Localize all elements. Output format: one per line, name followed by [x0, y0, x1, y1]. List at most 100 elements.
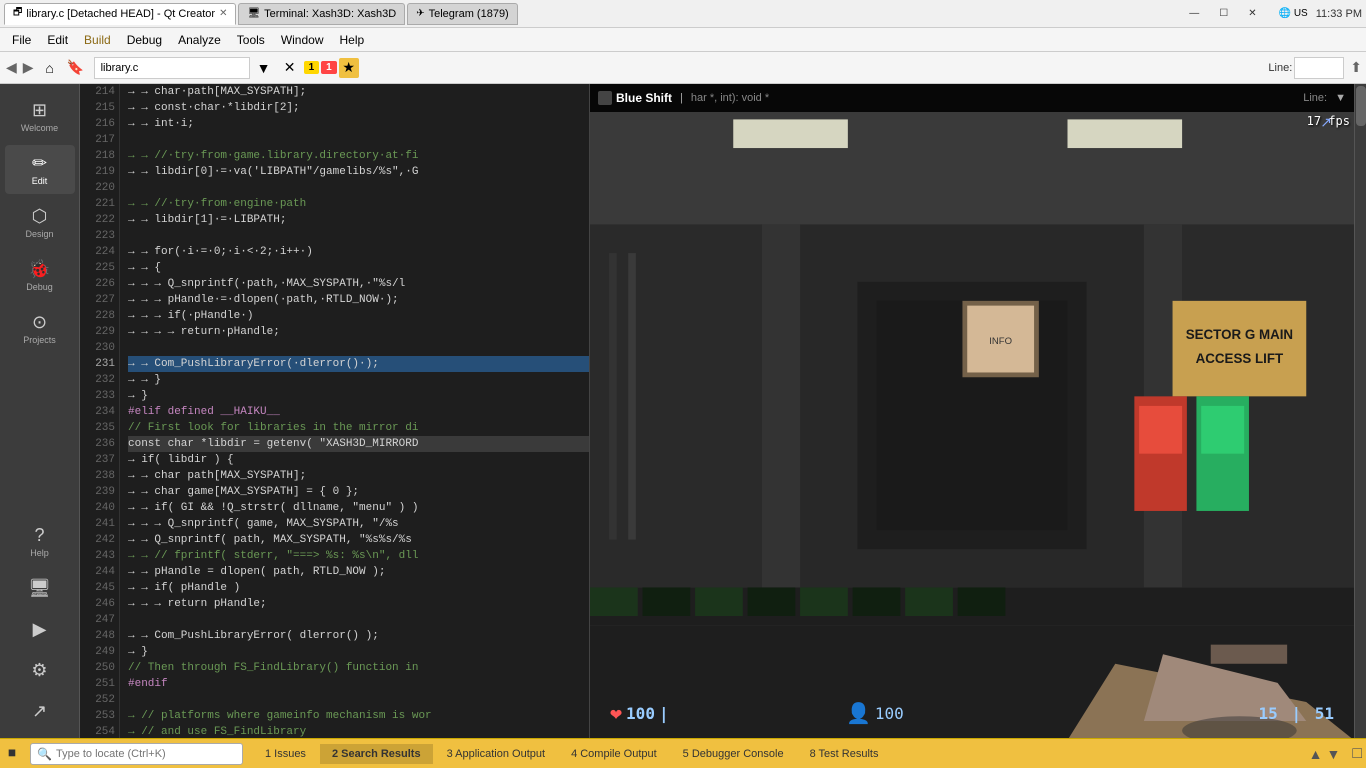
- bookmark-star-button[interactable]: ★: [339, 58, 359, 78]
- welcome-icon: ⊞: [32, 100, 47, 121]
- sidebar-item-monitor[interactable]: 🖥: [5, 570, 75, 607]
- code-line[interactable]: [128, 692, 589, 708]
- sidebar-item-run[interactable]: ▶: [5, 611, 75, 648]
- clock: 11:33 PM: [1316, 8, 1362, 20]
- tab-close-qt[interactable]: ✕: [219, 8, 227, 19]
- menu-help[interactable]: Help: [332, 29, 373, 51]
- code-lines[interactable]: → → char·path[MAX_SYSPATH]; → → const·ch…: [120, 84, 589, 738]
- menu-debug[interactable]: Debug: [119, 29, 170, 51]
- bottom-tab-search[interactable]: 2 Search Results: [320, 744, 433, 764]
- menu-analyze[interactable]: Analyze: [170, 29, 229, 51]
- code-line[interactable]: → → const·char·*libdir[2];: [128, 100, 589, 116]
- bottom-tab-debugger[interactable]: 5 Debugger Console: [671, 744, 796, 764]
- sidebar-item-welcome[interactable]: ⊞ Welcome: [5, 92, 75, 141]
- back-button[interactable]: ◀: [4, 59, 19, 76]
- code-line[interactable]: → → → return pHandle;: [128, 596, 589, 612]
- code-line[interactable]: → → → Q_snprintf( game, MAX_SYSPATH, "/%…: [128, 516, 589, 532]
- code-line[interactable]: [128, 132, 589, 148]
- game-dropdown-button[interactable]: ▼: [1335, 92, 1346, 104]
- code-line[interactable]: → → Com_PushLibraryError( dlerror() );: [128, 628, 589, 644]
- right-scrollbar[interactable]: [1354, 84, 1366, 738]
- error-badge[interactable]: 1: [321, 61, 337, 74]
- code-line[interactable]: → → libdir[0]·=·va('LIBPATH"/gamelibs/%s…: [128, 164, 589, 180]
- code-line[interactable]: → }: [128, 644, 589, 660]
- code-line[interactable]: → if( libdir ) {: [128, 452, 589, 468]
- close-button[interactable]: ✕: [1242, 6, 1262, 21]
- code-line[interactable]: // First look for libraries in the mirro…: [128, 420, 589, 436]
- search-bar[interactable]: 🔍: [30, 743, 243, 765]
- code-line[interactable]: [128, 340, 589, 356]
- warning-badge[interactable]: 1: [304, 61, 320, 74]
- hud-ammo: 15 | 51: [1259, 704, 1334, 723]
- tabs-up-button[interactable]: ▲: [1309, 746, 1323, 762]
- line-navigate-icon[interactable]: ⬆: [1350, 59, 1362, 76]
- bottom-tab-test[interactable]: 8 Test Results: [798, 744, 891, 764]
- main-layout: ⊞ Welcome ✏ Edit ⬡ Design 🐞 Debug ⊙ Proj…: [0, 84, 1366, 738]
- code-line[interactable]: #elif defined __HAIKU__: [128, 404, 589, 420]
- code-line[interactable]: → → for(·i·=·0;·i·<·2;·i++·): [128, 244, 589, 260]
- menu-file[interactable]: File: [4, 29, 39, 51]
- sidebar-item-projects[interactable]: ⊙ Projects: [5, 304, 75, 353]
- tab-telegram[interactable]: ✈ Telegram (1879): [407, 3, 517, 25]
- menu-tools[interactable]: Tools: [229, 29, 273, 51]
- code-line[interactable]: → → Q_snprintf( path, MAX_SYSPATH, "%s%s…: [128, 532, 589, 548]
- code-line[interactable]: → → {: [128, 260, 589, 276]
- sidebar-item-expand[interactable]: ↗: [5, 693, 75, 730]
- file-path-input[interactable]: [94, 57, 250, 79]
- menu-window[interactable]: Window: [273, 29, 332, 51]
- bottom-tab-issues[interactable]: 1 Issues: [253, 744, 318, 764]
- code-line[interactable]: [128, 180, 589, 196]
- maximize-button[interactable]: ☐: [1213, 6, 1234, 21]
- tabs-down-button[interactable]: ▼: [1326, 746, 1340, 762]
- close-file-button[interactable]: ✕: [278, 56, 302, 80]
- code-line[interactable]: → → → Q_snprintf(·path,·MAX_SYSPATH,·"%s…: [128, 276, 589, 292]
- armor-value: 100: [875, 704, 904, 723]
- home-button[interactable]: ⌂: [38, 56, 62, 80]
- sidebar-projects-label: Projects: [23, 335, 56, 345]
- search-input[interactable]: [56, 748, 236, 760]
- code-line[interactable]: [128, 612, 589, 628]
- tab-qt-creator[interactable]: 🗗 library.c [Detached HEAD] - Qt Creator…: [4, 3, 236, 25]
- code-line[interactable]: → // platforms where gameinfo mechanism …: [128, 708, 589, 724]
- code-line[interactable]: → → char game[MAX_SYSPATH] = { 0 };: [128, 484, 589, 500]
- bookmark-button[interactable]: 🔖: [64, 56, 88, 80]
- minimize-button[interactable]: —: [1183, 6, 1205, 21]
- code-line[interactable]: → → //·try·from·game.library.directory·a…: [128, 148, 589, 164]
- code-line[interactable]: → → libdir[1]·=·LIBPATH;: [128, 212, 589, 228]
- code-line[interactable]: → // and use FS_FindLibrary: [128, 724, 589, 738]
- code-line[interactable]: → → pHandle = dlopen( path, RTLD_NOW );: [128, 564, 589, 580]
- sidebar-item-edit[interactable]: ✏ Edit: [5, 145, 75, 194]
- menu-edit[interactable]: Edit: [39, 29, 76, 51]
- code-line[interactable]: → → }: [128, 372, 589, 388]
- code-line[interactable]: → → char path[MAX_SYSPATH];: [128, 468, 589, 484]
- scrollbar-thumb[interactable]: [1356, 86, 1366, 126]
- maximize-panel-button[interactable]: □: [1352, 745, 1362, 763]
- menu-build[interactable]: Build: [76, 29, 119, 51]
- code-line[interactable]: → → // fprintf( stderr, "===> %s: %s\n",…: [128, 548, 589, 564]
- bottom-tab-compile[interactable]: 4 Compile Output: [559, 744, 669, 764]
- code-line[interactable]: → → → if(·pHandle·): [128, 308, 589, 324]
- forward-button[interactable]: ▶: [21, 59, 36, 76]
- code-line[interactable]: → → → → return·pHandle;: [128, 324, 589, 340]
- sidebar-item-debug[interactable]: 🐞 Debug: [5, 251, 75, 300]
- sidebar-item-design[interactable]: ⬡ Design: [5, 198, 75, 247]
- code-line[interactable]: → → Com_PushLibraryError(·dlerror()·);: [128, 356, 589, 372]
- code-line[interactable]: → → char·path[MAX_SYSPATH];: [128, 84, 589, 100]
- sidebar-item-help[interactable]: ? Help: [5, 517, 75, 566]
- code-line[interactable]: → → if( pHandle ): [128, 580, 589, 596]
- line-number-input[interactable]: [1294, 57, 1344, 79]
- code-line[interactable]: → → int·i;: [128, 116, 589, 132]
- stop-button[interactable]: ⏹: [4, 745, 20, 763]
- sidebar-item-settings[interactable]: ⚙: [5, 652, 75, 689]
- bottom-tab-appout[interactable]: 3 Application Output: [435, 744, 557, 764]
- file-dropdown-button[interactable]: ▼: [252, 56, 276, 80]
- code-line[interactable]: → → → pHandle·=·dlopen(·path,·RTLD_NOW·)…: [128, 292, 589, 308]
- code-line[interactable]: → → //·try·from·engine·path: [128, 196, 589, 212]
- code-line[interactable]: const char *libdir = getenv( "XASH3D_MIR…: [128, 436, 589, 452]
- code-line[interactable]: [128, 228, 589, 244]
- code-line[interactable]: // Then through FS_FindLibrary() functio…: [128, 660, 589, 676]
- code-line[interactable]: #endif: [128, 676, 589, 692]
- code-line[interactable]: → → if( GI && !Q_strstr( dllname, "menu"…: [128, 500, 589, 516]
- tab-terminal[interactable]: 🖥 Terminal: Xash3D: Xash3D: [238, 3, 405, 25]
- code-line[interactable]: → }: [128, 388, 589, 404]
